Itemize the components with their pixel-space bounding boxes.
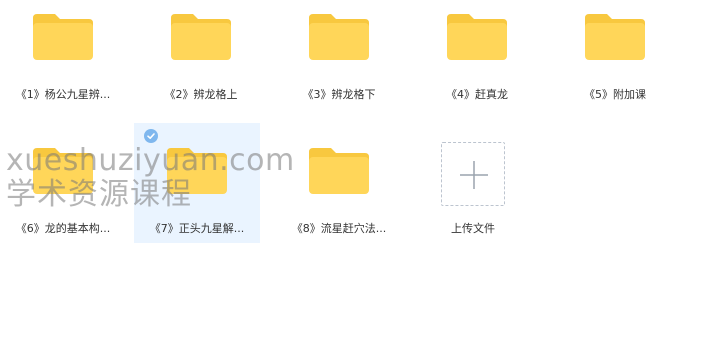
folder-label: 《4》赶真龙 [446, 88, 508, 101]
folder-icon [309, 148, 369, 194]
folder-icon [167, 148, 227, 194]
folder-item-6[interactable]: 《6》龙的基本构... [0, 134, 126, 252]
plus-icon [460, 161, 488, 189]
file-grid-view: 《1》杨公九星辨... 《2》辨龙格上 《3》辨龙格下 《4》赶真龙 《5》附加… [0, 0, 702, 362]
folder-label: 《3》辨龙格下 [302, 88, 376, 101]
check-icon[interactable] [144, 129, 158, 143]
folder-label: 《8》流星赶穴法... [291, 222, 387, 235]
folder-icon [447, 14, 507, 60]
folder-label: 《6》龙的基本构... [15, 222, 111, 235]
folder-item-2[interactable]: 《2》辨龙格上 [138, 0, 264, 118]
upload-button[interactable] [441, 142, 505, 206]
upload-file-item[interactable]: 上传文件 [410, 122, 536, 240]
folder-label: 《7》正头九星解... [149, 222, 245, 235]
folder-label: 《5》附加课 [584, 88, 646, 101]
folder-item-7[interactable]: 《7》正头九星解... [134, 123, 260, 243]
folder-icon [33, 14, 93, 60]
folder-label: 《1》杨公九星辨... [15, 88, 111, 101]
folder-item-1[interactable]: 《1》杨公九星辨... [0, 0, 126, 118]
folder-item-4[interactable]: 《4》赶真龙 [414, 0, 540, 118]
folder-icon [309, 14, 369, 60]
folder-label: 《2》辨龙格上 [164, 88, 238, 101]
upload-label: 上传文件 [451, 222, 495, 235]
folder-item-3[interactable]: 《3》辨龙格下 [276, 0, 402, 118]
folder-icon [33, 148, 93, 194]
folder-item-5[interactable]: 《5》附加课 [552, 0, 678, 118]
folder-item-8[interactable]: 《8》流星赶穴法... [276, 134, 402, 252]
folder-icon [171, 14, 231, 60]
folder-icon [585, 14, 645, 60]
